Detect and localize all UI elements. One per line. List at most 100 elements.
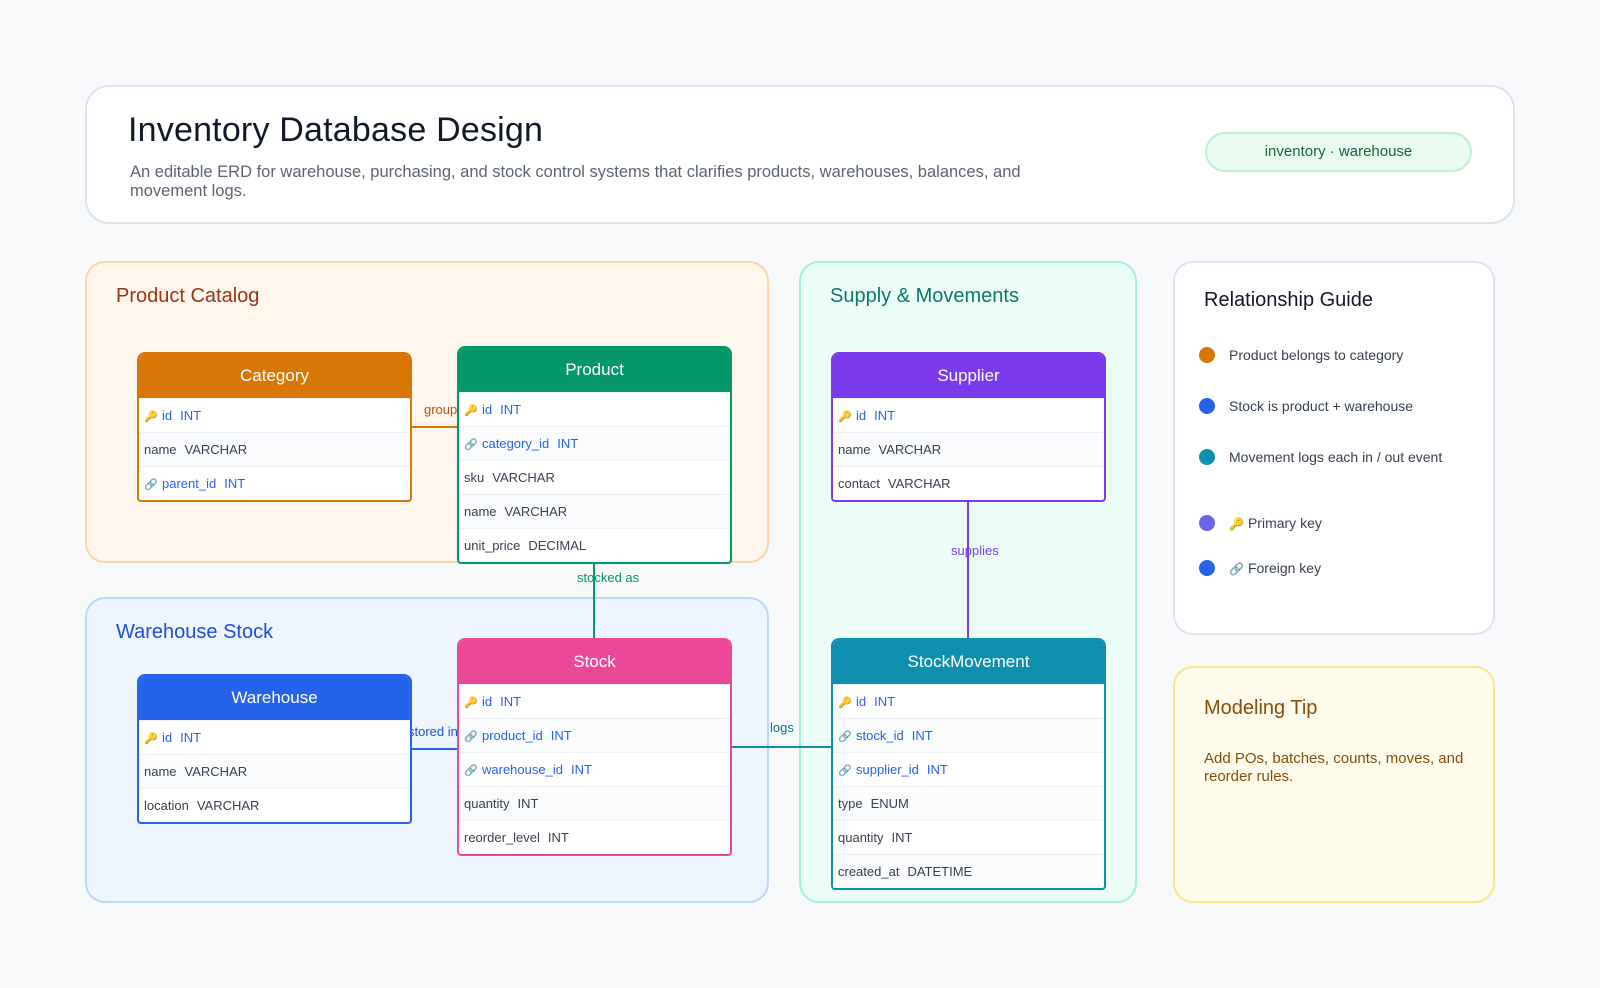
column-row[interactable]: 🔗 parent_id INT	[139, 466, 410, 500]
link-icon: 🔗	[1229, 562, 1244, 576]
column-type: INT	[557, 436, 579, 451]
column-name: reorder_level	[464, 830, 540, 845]
entity-stock-movement[interactable]: StockMovement 🔑 id INT 🔗 stock_id INT 🔗 supplie…	[831, 638, 1106, 890]
entity-header: Supplier	[833, 354, 1104, 398]
relationship-guide: Relationship Guide Product belongs to ca…	[1173, 261, 1495, 635]
guide-text: Stock is product + warehouse	[1229, 398, 1414, 414]
column-row[interactable]: contact VARCHAR	[833, 466, 1104, 500]
column-type: INT	[874, 408, 896, 423]
column-type: VARCHAR	[196, 798, 260, 813]
column-name: unit_price	[464, 538, 521, 553]
column-row[interactable]: type ENUM	[833, 786, 1104, 820]
column-row[interactable]: name VARCHAR	[459, 494, 730, 528]
column-name: id	[482, 402, 493, 417]
column-type: INT	[550, 728, 572, 743]
column-name: type	[838, 796, 863, 811]
key-icon: 🔑	[464, 697, 478, 709]
column-name: location	[144, 798, 189, 813]
guide-dot	[1199, 346, 1215, 363]
column-type: INT	[224, 476, 246, 491]
column-name: category_id	[482, 436, 550, 451]
column-type: VARCHAR	[184, 442, 248, 457]
column-row[interactable]: 🔑 id INT	[139, 398, 410, 432]
column-type: INT	[570, 762, 592, 777]
tip-title: Modeling Tip	[1204, 697, 1318, 719]
key-icon: 🔑	[464, 405, 478, 417]
column-row[interactable]: quantity INT	[459, 786, 730, 820]
group-title-supply: Supply & Movements	[830, 285, 1019, 307]
entity-product[interactable]: Product 🔑 id INT 🔗 category_id INT sku VARCHAR n…	[457, 346, 732, 564]
key-icon: 🔑	[838, 411, 852, 423]
link-icon: 🔗	[838, 731, 852, 743]
column-type: DATETIME	[907, 864, 973, 879]
column-type: DECIMAL	[528, 538, 587, 553]
column-name: name	[144, 442, 177, 457]
entity-header: StockMovement	[833, 640, 1104, 684]
guide-text: Primary key	[1247, 515, 1322, 531]
guide-text: Movement logs each in / out event	[1229, 449, 1443, 465]
column-name: contact	[838, 476, 880, 491]
key-icon: 🔑	[1229, 517, 1244, 531]
column-type: INT	[891, 830, 913, 845]
column-row[interactable]: 🔗 product_id INT	[459, 718, 730, 752]
column-row[interactable]: 🔑 id INT	[833, 684, 1104, 718]
key-icon: 🔑	[144, 733, 158, 745]
guide-dot	[1199, 397, 1215, 414]
column-name: id	[856, 694, 867, 709]
column-type: INT	[180, 408, 202, 423]
link-icon: 🔗	[464, 731, 478, 743]
column-row[interactable]: 🔗 supplier_id INT	[833, 752, 1104, 786]
entity-stock[interactable]: Stock 🔑 id INT 🔗 product_id INT 🔗 warehouse_id I…	[457, 638, 732, 856]
column-name: sku	[464, 470, 485, 485]
key-icon: 🔑	[838, 697, 852, 709]
entity-category[interactable]: Category 🔑 id INT name VARCHAR 🔗 parent_id INT	[137, 352, 412, 502]
column-row[interactable]: 🔑 id INT	[833, 398, 1104, 432]
entity-header: Warehouse	[139, 676, 410, 720]
guide-item: 🔑 Primary key	[1199, 513, 1322, 533]
column-row[interactable]: 🔗 stock_id INT	[833, 718, 1104, 752]
guide-text: Product belongs to category	[1229, 347, 1404, 363]
group-title-catalog: Product Catalog	[116, 285, 260, 307]
column-name: quantity	[464, 796, 510, 811]
guide-text: Foreign key	[1247, 560, 1322, 576]
column-name: name	[464, 504, 497, 519]
column-row[interactable]: created_at DATETIME	[833, 854, 1104, 888]
key-icon: 🔑	[144, 411, 158, 423]
column-row[interactable]: name VARCHAR	[139, 432, 410, 466]
column-name: name	[144, 764, 177, 779]
link-icon: 🔗	[144, 479, 158, 491]
entity-warehouse[interactable]: Warehouse 🔑 id INT name VARCHAR location VARCH…	[137, 674, 412, 824]
column-row[interactable]: 🔗 category_id INT	[459, 426, 730, 460]
column-row[interactable]: reorder_level INT	[459, 820, 730, 854]
column-type: INT	[180, 730, 202, 745]
column-name: quantity	[838, 830, 884, 845]
link-icon: 🔗	[838, 765, 852, 777]
column-row[interactable]: name VARCHAR	[139, 754, 410, 788]
column-name: id	[162, 730, 173, 745]
column-name: stock_id	[856, 728, 904, 743]
column-row[interactable]: name VARCHAR	[833, 432, 1104, 466]
entity-header: Stock	[459, 640, 730, 684]
column-row[interactable]: 🔑 id INT	[139, 720, 410, 754]
column-row[interactable]: 🔑 id INT	[459, 684, 730, 718]
column-type: ENUM	[870, 796, 909, 811]
link-icon: 🔗	[464, 439, 478, 451]
column-row[interactable]: location VARCHAR	[139, 788, 410, 822]
column-row[interactable]: 🔑 id INT	[459, 392, 730, 426]
column-row[interactable]: 🔗 warehouse_id INT	[459, 752, 730, 786]
link-icon: 🔗	[464, 765, 478, 777]
column-name: id	[162, 408, 173, 423]
column-row[interactable]: quantity INT	[833, 820, 1104, 854]
guide-item: Stock is product + warehouse	[1199, 396, 1413, 416]
entity-supplier[interactable]: Supplier 🔑 id INT name VARCHAR contact VARCHAR	[831, 352, 1106, 502]
guide-item: Movement logs each in / out event	[1199, 447, 1442, 467]
column-type: INT	[911, 728, 933, 743]
column-row[interactable]: sku VARCHAR	[459, 460, 730, 494]
column-row[interactable]: unit_price DECIMAL	[459, 528, 730, 562]
column-type: VARCHAR	[887, 476, 951, 491]
column-type: VARCHAR	[504, 504, 568, 519]
guide-title: Relationship Guide	[1204, 289, 1373, 311]
column-name: id	[856, 408, 867, 423]
domain-tag: inventory · warehouse	[1205, 132, 1472, 172]
column-type: INT	[500, 402, 522, 417]
